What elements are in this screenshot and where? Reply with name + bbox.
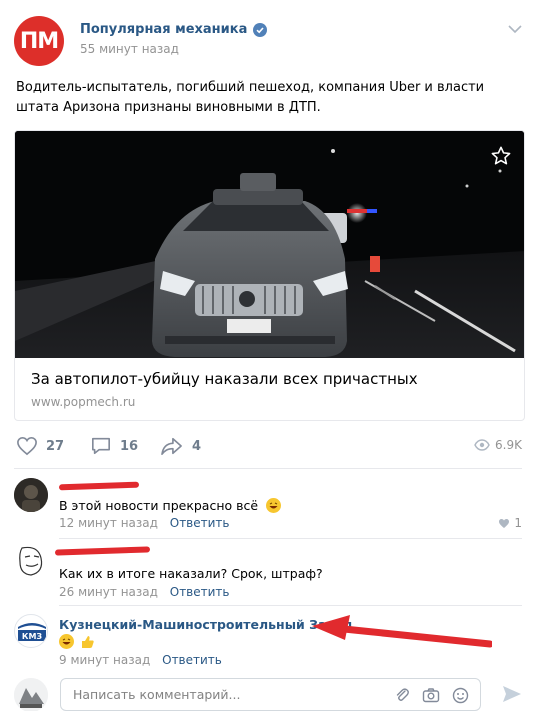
car-crash-photo bbox=[15, 131, 524, 358]
like-count: 27 bbox=[46, 438, 65, 454]
share-button[interactable]: 4 bbox=[160, 436, 201, 456]
avatar-photo bbox=[14, 478, 48, 512]
comment-text bbox=[59, 634, 95, 652]
smile-icon[interactable] bbox=[452, 687, 469, 704]
post-actions: 27 16 4 6.9K bbox=[14, 436, 522, 458]
comment-time[interactable]: 12 минут назад bbox=[59, 516, 158, 530]
comment-count: 16 bbox=[120, 438, 139, 454]
comment-like-count: 1 bbox=[514, 516, 522, 530]
post-header: ПМ Популярная механика 55 минут назад bbox=[14, 16, 522, 66]
attach-icon[interactable] bbox=[394, 687, 410, 703]
share-count: 4 bbox=[192, 438, 202, 454]
post-text: Водитель-испытатель, погибший пешеход, к… bbox=[16, 80, 485, 115]
kmz-logo: КМЗ bbox=[18, 623, 46, 641]
article-photo[interactable] bbox=[15, 131, 524, 358]
verified-icon bbox=[253, 22, 268, 37]
commenter-avatar[interactable]: КМЗ bbox=[14, 614, 48, 648]
comment-text: Как их в итоге наказали? Срок, штраф? bbox=[59, 566, 323, 581]
comment-text-body: В этой новости прекрасно всё bbox=[59, 498, 259, 513]
heart-icon bbox=[17, 436, 37, 456]
views-count: 6.9K bbox=[495, 438, 522, 452]
comment-like-button[interactable]: 1 bbox=[498, 516, 522, 530]
divider bbox=[59, 605, 522, 606]
reply-button[interactable]: Ответить bbox=[170, 585, 230, 599]
redaction-mark bbox=[58, 481, 140, 491]
link-domain: www.popmech.ru bbox=[31, 395, 136, 409]
commenter-avatar[interactable] bbox=[14, 544, 48, 578]
comment-item: В этой новости прекрасно всё 12 минут на… bbox=[14, 478, 522, 534]
comment-input-row bbox=[14, 676, 522, 711]
comment-meta: 26 минут назад Ответить bbox=[59, 585, 230, 599]
avatar-photo bbox=[14, 678, 48, 711]
star-icon[interactable] bbox=[490, 145, 512, 167]
camera-icon[interactable] bbox=[422, 687, 440, 703]
author-name[interactable]: Популярная механика bbox=[80, 22, 247, 37]
input-tools bbox=[394, 687, 469, 704]
link-title[interactable]: За автопилот-убийцу наказали всех причас… bbox=[31, 370, 418, 388]
troll-face-avatar bbox=[19, 546, 43, 576]
comment-button[interactable]: 16 bbox=[90, 436, 138, 456]
send-icon[interactable] bbox=[502, 685, 522, 703]
redaction-mark bbox=[54, 546, 151, 556]
heart-icon bbox=[499, 518, 510, 528]
my-avatar[interactable] bbox=[14, 678, 48, 711]
kmz-logo-text: КМЗ bbox=[22, 632, 43, 641]
comment-meta: 9 минут назад Ответить bbox=[59, 653, 222, 667]
divider bbox=[59, 538, 522, 539]
eye-icon bbox=[474, 439, 490, 451]
post-time[interactable]: 55 минут назад bbox=[80, 42, 179, 56]
comment-text: В этой новости прекрасно всё bbox=[59, 498, 282, 513]
commenter-avatar[interactable] bbox=[14, 478, 48, 512]
comment-time[interactable]: 26 минут назад bbox=[59, 585, 158, 599]
author-avatar[interactable]: ПМ bbox=[14, 16, 64, 66]
reply-button[interactable]: Ответить bbox=[162, 653, 222, 667]
author-name-row: Популярная механика bbox=[80, 22, 268, 37]
comment-item: Как их в итоге наказали? Срок, штраф? 26… bbox=[14, 544, 522, 600]
thumbs-up-emoji-icon bbox=[80, 634, 95, 652]
comment-time[interactable]: 9 минут назад bbox=[59, 653, 150, 667]
link-attachment[interactable]: За автопилот-убийцу наказали всех причас… bbox=[14, 130, 525, 421]
share-icon bbox=[161, 437, 182, 455]
wall-post: ПМ Популярная механика 55 минут назад Во… bbox=[0, 0, 536, 711]
views-counter: 6.9K bbox=[474, 438, 522, 452]
comment-meta: 12 минут назад Ответить bbox=[59, 516, 230, 530]
laughing-emoji-icon bbox=[59, 634, 74, 649]
divider bbox=[14, 468, 522, 469]
red-arrow-annotation bbox=[312, 615, 492, 648]
reply-button[interactable]: Ответить bbox=[170, 516, 230, 530]
commenter-name[interactable]: Кузнецкий-Машиностроительный Завод bbox=[59, 617, 353, 632]
comment-icon bbox=[92, 437, 110, 455]
like-button[interactable]: 27 bbox=[16, 436, 64, 456]
chevron-down-icon[interactable] bbox=[508, 24, 522, 34]
laughing-emoji-icon bbox=[266, 498, 282, 513]
